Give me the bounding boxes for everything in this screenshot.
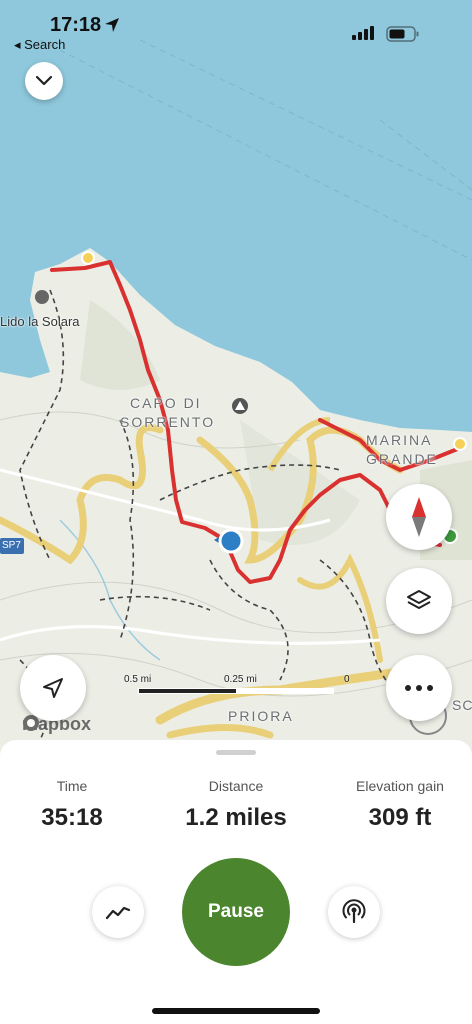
poi-marker[interactable] (81, 251, 95, 265)
recenter-location-button[interactable] (20, 655, 86, 721)
stat-time: Time 35:18 (22, 778, 122, 832)
cellular-signal-icon (352, 26, 374, 40)
poi-marker[interactable] (453, 437, 467, 451)
map-view[interactable]: Lido la Solara CAPO DI SORRENTO MARINA G… (0, 0, 472, 760)
stat-elevation-value: 309 ft (368, 804, 432, 831)
pause-button[interactable]: Pause (182, 858, 290, 966)
stat-distance-label: Distance (208, 778, 264, 794)
map-label-lido: Lido la Solara (0, 314, 80, 329)
ellipsis-icon (405, 685, 433, 691)
stat-distance: Distance 1.2 miles (160, 778, 312, 832)
scale-label-middle: 0.25 mi (224, 674, 257, 685)
stat-elevation: Elevation gain 309 ft (346, 778, 454, 832)
home-indicator (152, 1008, 320, 1014)
back-to-search-link[interactable]: ◂ Search (14, 37, 65, 53)
stat-time-value: 35:18 (41, 804, 103, 831)
broadcast-icon (342, 899, 366, 924)
live-share-button[interactable] (328, 886, 380, 938)
location-services-icon (105, 18, 119, 32)
status-bar: 17:18 ◂ Search (0, 0, 472, 58)
activity-sheet: Time 35:18 Distance 1.2 miles Elevation … (0, 740, 472, 1024)
map-label-edge-fragment: SCH (452, 697, 472, 713)
battery-icon (386, 26, 419, 42)
beach-icon (35, 290, 49, 304)
scale-label-left: 0.5 mi (124, 674, 152, 685)
road-shield-label: SP7 (2, 540, 21, 551)
map-canvas[interactable] (0, 0, 472, 760)
stat-time-label: Time (56, 778, 88, 794)
map-label-priora: PRIORA (228, 708, 294, 724)
map-label-marina-line2: GRANDE (366, 451, 438, 467)
stat-distance-value: 1.2 miles (185, 804, 287, 831)
layers-icon (407, 590, 431, 609)
map-label-capo-line2: SORRENTO (120, 414, 216, 430)
chevron-down-icon (35, 75, 53, 86)
status-time: 17:18 (50, 14, 102, 36)
scale-label-right: 0 (344, 674, 350, 685)
collapse-button[interactable] (25, 62, 63, 100)
map-label-capo-line1: CAPO DI (130, 395, 202, 411)
scale-bar: 0.5 mi 0.25 mi 0 (120, 674, 350, 698)
scale-bar-graphic (138, 688, 334, 694)
stat-elevation-label: Elevation gain (356, 778, 444, 794)
compass-icon (412, 497, 426, 537)
sheet-grabber[interactable] (216, 750, 256, 755)
elevation-chart-button[interactable] (92, 886, 144, 938)
current-location-dot (218, 528, 244, 554)
map-label-marina-line1: MARINA (366, 432, 433, 448)
more-options-button[interactable] (386, 655, 452, 721)
layers-button[interactable] (386, 568, 452, 634)
compass-button[interactable] (386, 484, 452, 550)
trend-line-icon (105, 906, 131, 920)
location-arrow-icon (43, 678, 63, 698)
